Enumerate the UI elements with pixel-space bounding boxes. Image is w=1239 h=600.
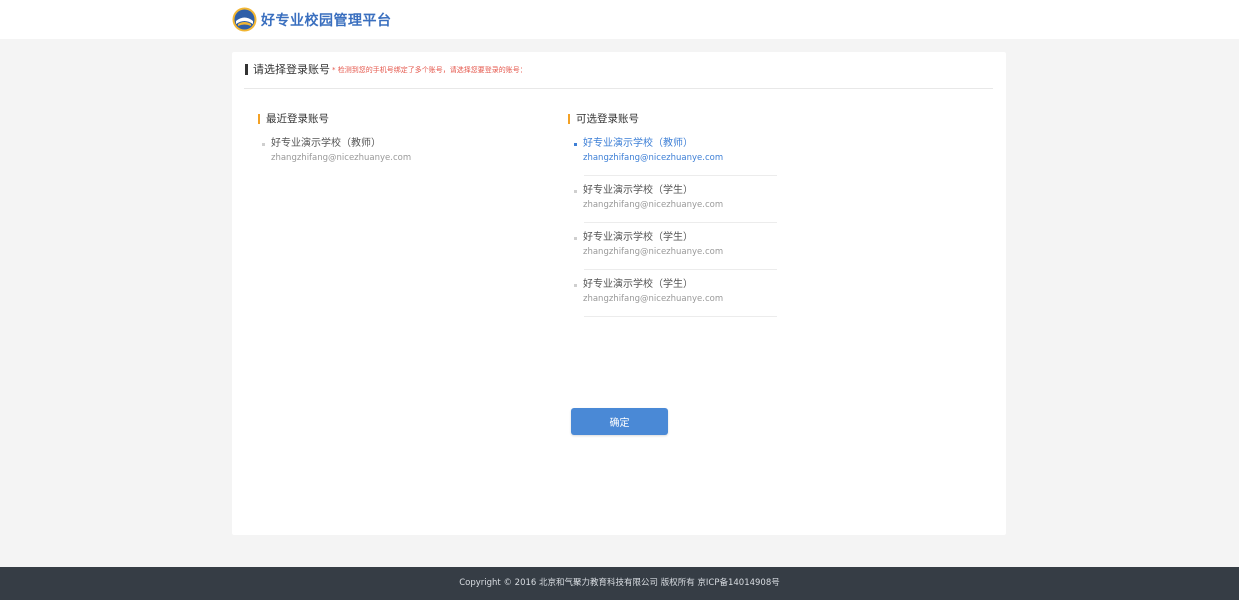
multi-account-notice: * 检测到您的手机号绑定了多个账号，请选择您要登录的账号： — [332, 66, 527, 74]
account-name: 好专业演示学校（学生） — [583, 185, 693, 196]
account-name: 好专业演示学校（教师） — [271, 138, 381, 149]
bullet-icon — [574, 190, 577, 193]
school-emblem-icon — [232, 7, 257, 32]
card-header: 请选择登录账号 * 检测到您的手机号绑定了多个账号，请选择您要登录的账号： — [244, 62, 993, 89]
account-email: zhangzhifang@nicezhuanye.com — [271, 153, 412, 163]
recent-accounts-title: 最近登录账号 — [266, 113, 329, 125]
account-name: 好专业演示学校（学生） — [583, 279, 693, 290]
available-accounts-title: 可选登录账号 — [576, 113, 639, 125]
title-marker — [245, 64, 248, 75]
bullet-icon — [262, 143, 265, 146]
recent-title-marker — [258, 114, 260, 124]
account-email: zhangzhifang@nicezhuanye.com — [583, 200, 724, 210]
selected-bullet-icon — [574, 143, 577, 146]
account-email: zhangzhifang@nicezhuanye.com — [583, 247, 724, 257]
logo[interactable]: 好专业校园管理平台 — [232, 6, 392, 33]
footer: Copyright © 2016 北京和气聚力教育科技有限公司 版权所有 京IC… — [0, 567, 1239, 600]
copyright-text: Copyright © 2016 北京和气聚力教育科技有限公司 版权所有 京IC… — [459, 578, 780, 588]
account-email: zhangzhifang@nicezhuanye.com — [583, 294, 724, 304]
app-title: 好专业校园管理平台 — [261, 12, 392, 29]
divider — [584, 222, 777, 223]
bullet-icon — [574, 237, 577, 240]
recent-account-item[interactable]: 好专业演示学校（教师） zhangzhifang@nicezhuanye.com — [262, 137, 482, 167]
divider — [584, 316, 777, 317]
divider — [584, 269, 777, 270]
available-title-marker — [568, 114, 570, 124]
account-name: 好专业演示学校（学生） — [583, 232, 693, 243]
page-title: 请选择登录账号 — [253, 63, 330, 76]
bullet-icon — [574, 284, 577, 287]
account-option[interactable]: 好专业演示学校（学生） zhangzhifang@nicezhuanye.com — [574, 184, 784, 214]
account-option[interactable]: 好专业演示学校（教师） zhangzhifang@nicezhuanye.com — [574, 137, 784, 167]
account-option[interactable]: 好专业演示学校（学生） zhangzhifang@nicezhuanye.com — [574, 231, 784, 261]
divider — [584, 175, 777, 176]
account-option[interactable]: 好专业演示学校（学生） zhangzhifang@nicezhuanye.com — [574, 278, 784, 308]
account-select-card: 请选择登录账号 * 检测到您的手机号绑定了多个账号，请选择您要登录的账号： 最近… — [232, 52, 1006, 535]
top-bar: 好专业校园管理平台 — [0, 0, 1239, 39]
account-email: zhangzhifang@nicezhuanye.com — [583, 153, 724, 163]
account-name: 好专业演示学校（教师） — [583, 138, 693, 149]
confirm-button[interactable]: 确定 — [571, 408, 668, 435]
